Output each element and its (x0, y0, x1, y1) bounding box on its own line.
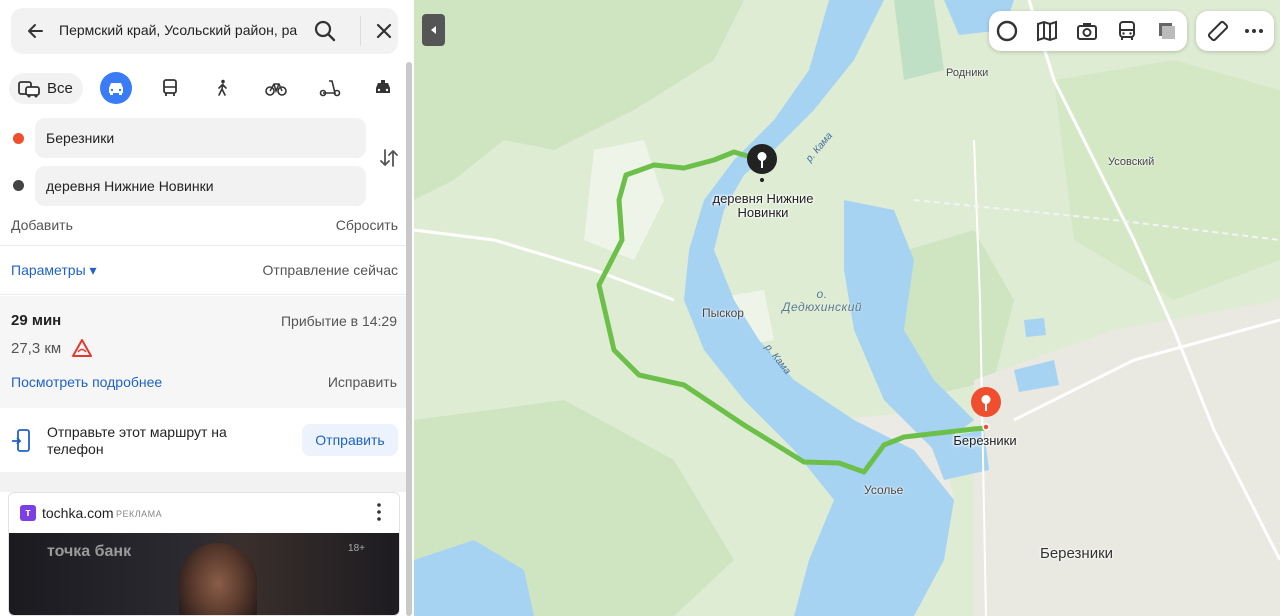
start-pin-label: Березники (953, 433, 1017, 448)
all-modes-icon (18, 80, 40, 97)
destination-pin[interactable] (746, 143, 778, 183)
map-label-berezniki-city: Березники (1040, 545, 1114, 562)
back-arrow-icon[interactable] (21, 16, 51, 46)
mode-taxi-tab[interactable] (367, 72, 399, 104)
add-point-link[interactable]: Добавить (11, 217, 73, 233)
route-duration: 29 мин (11, 312, 62, 329)
transport-mode-tabs: Все (9, 70, 409, 106)
send-button[interactable]: Отправить (302, 424, 398, 456)
route-from-field[interactable]: Березники (35, 118, 366, 158)
swap-points-icon[interactable] (378, 145, 400, 171)
map-label-usovsky: Усовский (1108, 156, 1155, 168)
departure-time[interactable]: Отправление сейчас (263, 262, 398, 278)
parameters-dropdown[interactable]: Параметры ▾ (11, 262, 97, 278)
ad-age-rating: 18+ (348, 543, 365, 554)
pedestrian-icon (218, 79, 227, 96)
destination-pin-label: деревня Нижние Новинки (712, 191, 814, 220)
bicycle-icon (265, 83, 287, 96)
map-label-usolye: Усолье (864, 483, 904, 497)
section-gap (0, 472, 406, 492)
map-label-island: о. Дедюхинский (782, 287, 863, 314)
end-point-dot (13, 180, 24, 191)
route-actions-row: Добавить Сбросить (11, 217, 398, 233)
layers-circle-icon[interactable] (995, 19, 1019, 43)
send-to-phone-text: Отправьте этот маршрут на телефон (47, 424, 227, 457)
camera-icon[interactable] (1075, 19, 1099, 43)
route-distance: 27,3 км (11, 340, 62, 357)
ad-logo: т (20, 505, 36, 521)
ad-domain[interactable]: tochka.com (42, 505, 114, 521)
scooter-icon (319, 80, 341, 97)
search-bar: Пермский край, Усольский район, ра (11, 8, 398, 54)
ad-banner-text: точка банк (47, 543, 132, 560)
mode-walk-tab[interactable] (207, 72, 239, 104)
map-layers-toolbar (989, 11, 1187, 51)
ruler-icon[interactable] (1206, 19, 1230, 43)
search-input[interactable]: Пермский край, Усольский район, ра (59, 22, 311, 42)
panel-scrollbar[interactable] (406, 62, 412, 616)
divider (0, 245, 406, 246)
mode-all-label: Все (47, 80, 73, 97)
map-label-pyskor: Пыскор (702, 306, 744, 320)
panorama-icon[interactable] (1155, 19, 1179, 43)
ad-label: РЕКЛАМА (116, 509, 163, 519)
traffic-map-icon[interactable] (1035, 19, 1059, 43)
map-tools-toolbar (1196, 11, 1274, 51)
ad-card[interactable]: т tochka.com РЕКЛАМА точка банк 18+ (8, 492, 400, 616)
start-pin[interactable] (970, 386, 1002, 432)
more-icon[interactable] (1242, 19, 1266, 43)
taxi-icon (376, 80, 390, 93)
reset-route-link[interactable]: Сбросить (336, 217, 398, 233)
search-divider (360, 16, 361, 46)
ad-banner-image[interactable]: точка банк 18+ (9, 533, 399, 615)
route-summary-card[interactable]: 29 мин Прибытие в 14:29 27,3 км Посмотре… (0, 296, 406, 408)
route-to-field[interactable]: деревня Нижние Новинки (35, 166, 366, 206)
mode-bike-tab[interactable] (260, 72, 292, 104)
fix-route-link[interactable]: Исправить (328, 374, 397, 390)
mode-scooter-tab[interactable] (314, 72, 346, 104)
ad-person-image (179, 543, 257, 615)
mode-all-tab[interactable]: Все (9, 73, 83, 104)
ad-more-icon[interactable] (369, 501, 389, 523)
search-icon[interactable] (311, 17, 339, 45)
route-panel: Пермский край, Усольский район, ра Все Б… (0, 0, 414, 616)
mode-car-tab[interactable] (100, 72, 132, 104)
phone-send-icon (12, 429, 30, 452)
map-view[interactable]: Родники Усовский Пыскор Усолье Березники… (414, 0, 1280, 616)
close-icon[interactable] (370, 17, 398, 45)
collapse-panel-button[interactable] (422, 14, 445, 46)
route-details-link[interactable]: Посмотреть подробнее (11, 374, 162, 390)
send-to-phone-block: Отправьте этот маршрут на телефон Отправ… (0, 408, 406, 472)
route-params-row: Параметры ▾ Отправление сейчас (11, 262, 398, 279)
divider (0, 294, 406, 295)
arrival-time: Прибытие в 14:29 (280, 313, 397, 329)
caret-left-icon (430, 26, 436, 34)
transit-icon[interactable] (1115, 19, 1139, 43)
mode-bus-tab[interactable] (154, 72, 186, 104)
road-warning-icon (72, 339, 92, 357)
bus-icon (163, 79, 177, 96)
map-label-rodniki: Родники (946, 67, 989, 79)
car-icon (109, 83, 123, 95)
start-point-dot (13, 133, 24, 144)
